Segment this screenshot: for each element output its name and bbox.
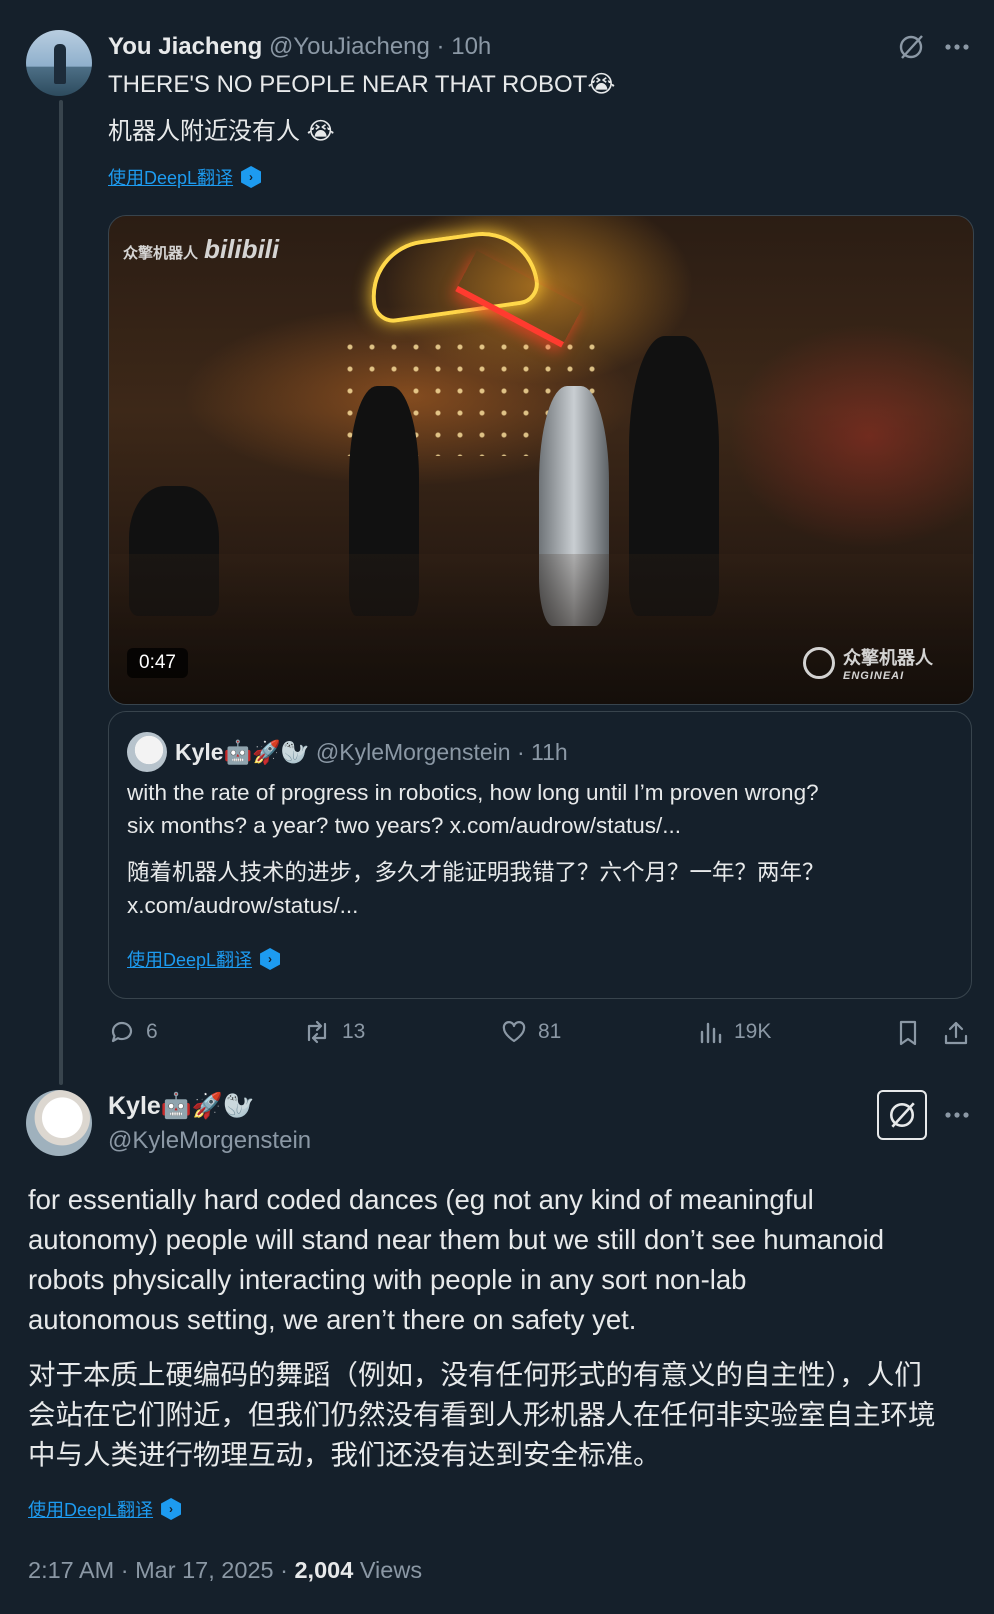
main-text-en-line-4: autonomous setting, we aren’t there on s… — [28, 1304, 637, 1335]
main-translate-row: 使用DeepL翻译 › — [28, 1496, 182, 1522]
translate-link[interactable]: 使用DeepL翻译 — [108, 164, 233, 190]
bar-chart-icon — [700, 1022, 722, 1044]
main-translate-link[interactable]: 使用DeepL翻译 — [28, 1496, 153, 1522]
video-player[interactable]: 众擎机器人 bilibili 众擎机器人 ENGINEAI 0:47 — [108, 215, 974, 705]
engineai-logo-icon — [803, 647, 835, 679]
like-count: 81 — [538, 1020, 562, 1043]
watermark-right-text: 众擎机器人 — [843, 648, 933, 668]
heart-icon — [502, 1021, 526, 1043]
separator-dot: · — [436, 33, 445, 60]
author-handle[interactable]: @YouJiacheng — [269, 33, 430, 60]
repost-action[interactable]: 13 — [302, 1018, 365, 1046]
quoted-text-line-2: six months? a year? two years? x.com/aud… — [127, 813, 681, 838]
quoted-handle[interactable]: @KyleMorgenstein — [316, 739, 511, 765]
timestamp[interactable]: 2:17 AM · Mar 17, 2025 · — [28, 1557, 288, 1583]
quoted-text-line-4: x.com/audrow/status/... — [127, 893, 359, 918]
tweet-text-zh: 机器人附近没有人 😭 — [108, 118, 335, 145]
views-count: 19K — [734, 1020, 772, 1043]
quoted-time: 11h — [531, 739, 568, 765]
grok-button[interactable] — [877, 1090, 927, 1140]
quoted-avatar[interactable] — [127, 732, 167, 772]
grok-slash-icon[interactable] — [894, 30, 928, 64]
watermark-right-sub: ENGINEAI — [843, 670, 905, 682]
watermark-right: 众擎机器人 ENGINEAI — [803, 644, 933, 682]
views-label: Views — [359, 1557, 423, 1583]
bookmark-icon[interactable] — [893, 1018, 923, 1048]
reply-bubble-icon — [111, 1021, 133, 1043]
separator-dot: · — [516, 739, 525, 765]
main-author-handle[interactable]: @KyleMorgenstein — [108, 1124, 311, 1158]
quoted-translate-link[interactable]: 使用DeepL翻译 — [127, 946, 252, 972]
views-number: 2,004 — [294, 1557, 354, 1583]
repost-count: 13 — [342, 1020, 366, 1043]
main-text-en-line-1: for essentially hard coded dances (eg no… — [28, 1184, 814, 1215]
main-text-zh-line-2: 会站在它们附近，但我们仍然没有看到人形机器人在任何非实验室自主环境 — [28, 1399, 936, 1430]
deepl-badge-icon: › — [260, 948, 281, 970]
watermark-bilibili: bilibili — [204, 234, 280, 264]
main-text-zh-line-1: 对于本质上硬编码的舞蹈（例如，没有任何形式的有意义的自主性），人们 — [28, 1359, 922, 1390]
quoted-translate-row: 使用DeepL翻译 › — [127, 946, 281, 972]
avatar-kyle[interactable] — [26, 1090, 92, 1156]
author-name[interactable]: You Jiacheng — [108, 33, 262, 60]
like-action[interactable]: 81 — [500, 1018, 561, 1046]
tweet-text-en: THERE'S NO PEOPLE NEAR THAT ROBOT😭 — [108, 71, 616, 98]
reply-count: 6 — [146, 1020, 158, 1043]
views-action[interactable]: 19K — [698, 1018, 771, 1046]
quoted-header: Kyle🤖🚀🦭 @KyleMorgenstein · 11h — [175, 732, 568, 772]
repost-arrows-icon — [307, 1020, 327, 1044]
main-text-en-line-3: robots physically interacting with peopl… — [28, 1264, 747, 1295]
reply-action[interactable]: 6 — [108, 1018, 158, 1046]
share-upload-icon[interactable] — [941, 1018, 971, 1048]
main-text-en-line-2: autonomy) people will stand near them bu… — [28, 1224, 885, 1255]
quoted-text-line-3: 随着机器人技术的进步，多久才能证明我错了？六个月？一年？两年？ — [127, 860, 825, 885]
more-dots-icon[interactable] — [940, 30, 974, 64]
translate-row: 使用DeepL翻译 › — [108, 164, 262, 190]
tweet-header: You Jiacheng @YouJiacheng · 10h — [108, 30, 491, 64]
main-text-zh-line-3: 中与人类进行物理互动，我们还没有达到安全标准。 — [28, 1439, 661, 1470]
quoted-text-line-1: with the rate of progress in robotics, h… — [127, 780, 819, 805]
video-duration: 0:47 — [127, 648, 188, 678]
deepl-badge-icon: › — [161, 1498, 182, 1520]
tweet-time[interactable]: 10h — [451, 33, 491, 60]
grok-slash-icon — [890, 1102, 915, 1128]
quoted-tweet[interactable]: Kyle🤖🚀🦭 @KyleMorgenstein · 11h with the … — [108, 711, 972, 999]
avatar-you-jiacheng[interactable] — [26, 30, 92, 96]
tweet-meta-footer: 2:17 AM · Mar 17, 2025 · 2,004 Views — [28, 1553, 422, 1587]
main-author-name[interactable]: Kyle🤖🚀🦭 — [108, 1088, 254, 1124]
watermark-brand: 众擎机器人 — [123, 245, 199, 262]
quoted-author-name[interactable]: Kyle🤖🚀🦭 — [175, 739, 310, 765]
watermark-left: 众擎机器人 bilibili — [123, 234, 279, 265]
more-dots-icon[interactable] — [940, 1098, 974, 1132]
deepl-badge-icon: › — [241, 166, 262, 188]
thread-connector-line — [59, 100, 63, 1085]
